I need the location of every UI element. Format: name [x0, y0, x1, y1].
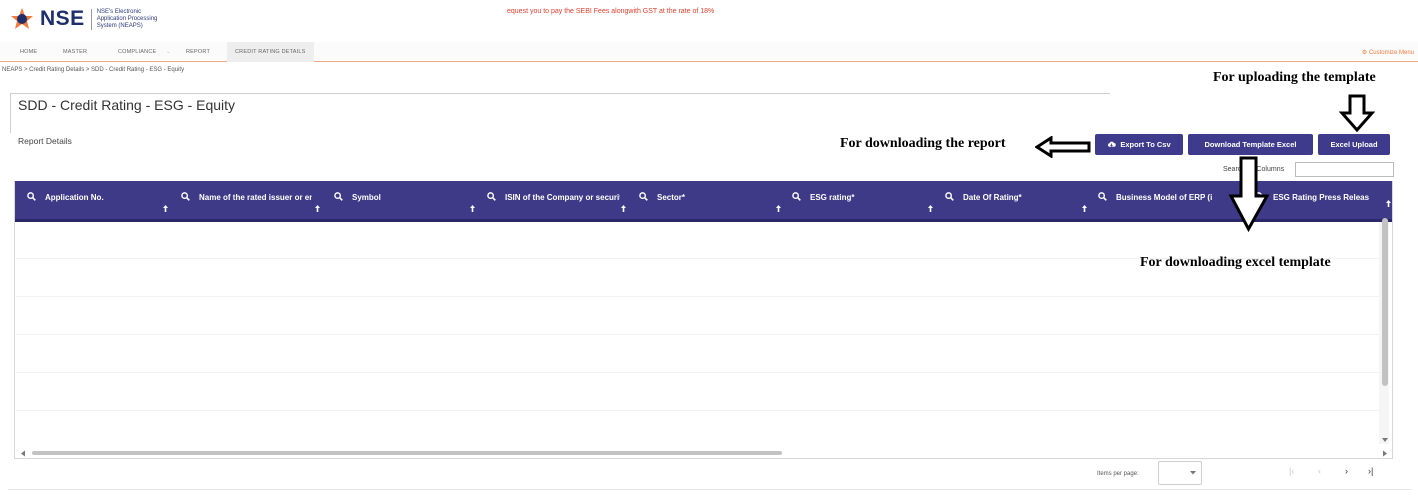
column-header-isin[interactable]: ISIN of the Company or security — [487, 181, 627, 219]
horizontal-scrollbar-thumb[interactable] — [32, 451, 782, 455]
annotation-report: For downloading the report — [840, 136, 1006, 151]
search-icon — [27, 192, 36, 201]
column-label: ESG rating* — [810, 193, 855, 202]
next-page-icon[interactable]: › — [1345, 466, 1348, 476]
sort-arrow-icon[interactable] — [927, 204, 934, 213]
nav-home[interactable]: HOME — [20, 49, 37, 55]
table-header-row: Application No. Name of the rated issuer… — [15, 181, 1392, 222]
column-header-esg-press-release[interactable]: ESG Rating Press Releas — [1255, 181, 1385, 219]
nav-master[interactable]: MASTER — [63, 49, 87, 55]
footer-divider — [8, 489, 1411, 490]
column-header-issuer-name[interactable]: Name of the rated issuer or entity — [181, 181, 323, 219]
sort-arrow-icon[interactable] — [469, 204, 476, 213]
table-row-divider — [16, 372, 1379, 373]
annotation-upload: For uploading the template — [1213, 70, 1376, 85]
table-row-divider — [16, 296, 1379, 297]
table-row-divider — [16, 410, 1379, 411]
search-icon — [792, 192, 801, 201]
main-nav: HOME MASTER COMPLIANCE ⌄ REPORT CREDIT R… — [0, 42, 1418, 62]
search-icon — [334, 192, 343, 201]
column-header-business-model[interactable]: Business Model of ERP (i — [1098, 181, 1230, 219]
chevron-down-icon — [1190, 471, 1196, 475]
annotation-excel: For downloading excel template — [1140, 255, 1331, 270]
items-per-page-label: Items per page: — [1097, 471, 1139, 477]
section-title: Report Details — [18, 136, 72, 146]
excel-upload-label: Excel Upload — [1330, 140, 1378, 149]
first-page-icon[interactable]: |‹ — [1289, 466, 1294, 476]
breadcrumb: NEAPS > Credit Rating Details > SDD - Cr… — [2, 67, 185, 73]
settings-icon: ⚙ — [1361, 50, 1368, 56]
table-row-divider — [16, 334, 1379, 335]
column-label: Date Of Rating* — [963, 193, 1022, 202]
nav-report[interactable]: REPORT — [186, 49, 210, 55]
download-template-excel-button[interactable]: Download Template Excel — [1188, 134, 1313, 155]
sort-arrow-icon[interactable] — [775, 204, 782, 213]
export-csv-button[interactable]: Export To Csv — [1095, 134, 1183, 155]
down-arrow-icon — [1228, 156, 1270, 232]
sort-arrow-icon[interactable] — [620, 204, 627, 213]
sort-arrow-icon[interactable] — [314, 204, 321, 213]
nav-compliance-caret-icon: ⌄ — [166, 49, 171, 55]
column-header-date-of-rating[interactable]: Date Of Rating* — [945, 181, 1075, 219]
sort-arrow-icon[interactable] — [162, 204, 169, 213]
scroll-down-arrow-icon[interactable] — [1381, 437, 1389, 443]
previous-page-icon[interactable]: ‹ — [1318, 466, 1321, 476]
download-template-excel-label: Download Template Excel — [1204, 140, 1297, 149]
column-header-esg-rating[interactable]: ESG rating* — [792, 181, 922, 219]
cloud-download-icon — [1108, 141, 1117, 147]
column-label: Sector* — [657, 193, 686, 202]
sort-arrow-icon[interactable] — [1081, 204, 1088, 213]
vertical-scrollbar-thumb[interactable] — [1382, 218, 1388, 386]
column-header-application-no[interactable]: Application No. — [27, 181, 167, 219]
scroll-left-arrow-icon[interactable] — [20, 450, 26, 457]
search-icon — [1098, 192, 1107, 201]
last-page-icon[interactable]: ›| — [1368, 466, 1373, 476]
down-arrow-icon — [1339, 94, 1375, 132]
column-label: Symbol — [352, 193, 381, 202]
logo-subtitle: NSE's Electronic Application Processing … — [90, 8, 161, 30]
fee-notice-marquee: equest you to pay the SEBI Fees alongwit… — [507, 8, 715, 15]
logo-text: NSE — [40, 7, 85, 30]
search-icon — [487, 192, 496, 201]
customize-menu-link[interactable]: ⚙ Customize Menu — [1362, 49, 1414, 56]
search-all-columns-input[interactable] — [1295, 162, 1394, 177]
nav-credit-rating-details[interactable]: CREDIT RATING DETAILS — [227, 42, 314, 62]
scroll-right-arrow-icon[interactable] — [1382, 450, 1388, 457]
nse-logo[interactable]: NSE NSE's Electronic Application Process… — [10, 7, 161, 31]
search-icon — [945, 192, 954, 201]
search-icon — [639, 192, 648, 201]
column-label: ISIN of the Company or security — [505, 193, 620, 202]
nav-compliance[interactable]: COMPLIANCE — [118, 49, 156, 55]
search-icon — [181, 192, 190, 201]
column-header-symbol[interactable]: Symbol — [334, 181, 464, 219]
customize-menu-label: Customize Menu — [1368, 50, 1414, 56]
column-label: ESG Rating Press Releas — [1273, 193, 1370, 202]
report-table — [14, 181, 1393, 459]
sort-arrow-icon[interactable] — [1385, 199, 1392, 208]
nse-logo-icon — [11, 8, 33, 29]
column-label: Name of the rated issuer or entity — [199, 193, 312, 202]
export-csv-label: Export To Csv — [1120, 140, 1171, 149]
left-arrow-icon — [1035, 136, 1091, 158]
column-header-sector[interactable]: Sector* — [639, 181, 769, 219]
excel-upload-button[interactable]: Excel Upload — [1318, 134, 1390, 155]
column-label: Application No. — [45, 193, 104, 202]
page-title: SDD - Credit Rating - ESG - Equity — [18, 97, 236, 113]
column-label: Business Model of ERP (i — [1116, 193, 1213, 202]
